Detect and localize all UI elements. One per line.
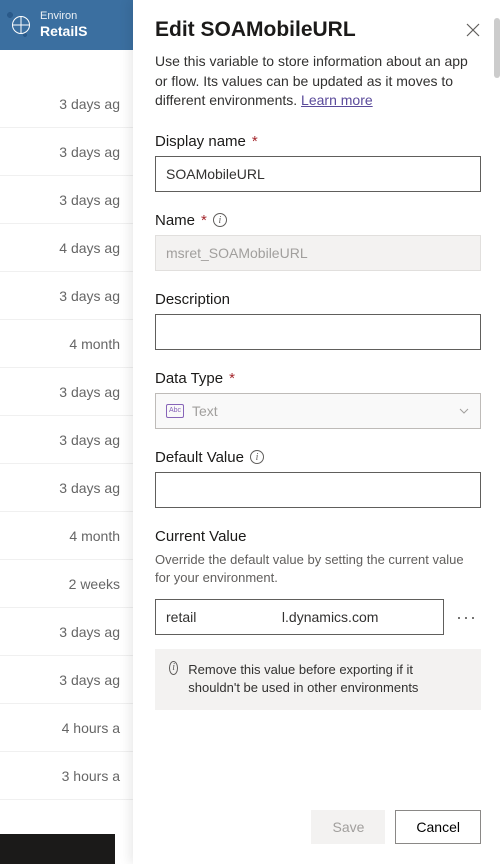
data-type-dropdown[interactable]: Abc Text [155, 393, 481, 429]
text-type-icon: Abc [166, 404, 184, 418]
name-input [155, 235, 481, 271]
list-item[interactable]: 3 days ag [0, 368, 140, 416]
dropdown-value: Text [192, 403, 218, 419]
display-name-field: Display name * [155, 133, 481, 192]
chevron-down-icon [458, 405, 470, 417]
required-asterisk: * [201, 212, 207, 229]
info-banner-text: Remove this value before exporting if it… [188, 661, 467, 697]
list-item[interactable]: 3 days ag [0, 656, 140, 704]
panel-title: Edit SOAMobileURL [155, 18, 356, 42]
label-text: Description [155, 291, 230, 308]
list-item[interactable]: 3 days ag [0, 464, 140, 512]
current-value-input[interactable] [155, 599, 444, 635]
label-text: Default Value [155, 449, 244, 466]
label-text: Current Value [155, 528, 246, 545]
default-value-field: Default Value i [155, 449, 481, 508]
list-item[interactable]: 3 days ag [0, 416, 140, 464]
current-value-desc: Override the default value by setting th… [155, 551, 481, 587]
description-field: Description [155, 291, 481, 350]
list-item[interactable]: 4 month [0, 320, 140, 368]
name-label: Name * i [155, 212, 481, 229]
panel-header: Edit SOAMobileURL [155, 18, 481, 42]
display-name-label: Display name * [155, 133, 481, 150]
bottom-corner-strip [0, 834, 115, 864]
globe-icon [12, 16, 30, 34]
close-icon[interactable] [465, 22, 481, 38]
default-value-input[interactable] [155, 472, 481, 508]
panel-footer: Save Cancel [155, 796, 481, 864]
info-icon[interactable]: i [250, 450, 264, 464]
list-item[interactable]: 3 days ag [0, 272, 140, 320]
panel-scrollbar[interactable] [494, 18, 500, 78]
default-value-label: Default Value i [155, 449, 481, 466]
save-button: Save [311, 810, 385, 844]
info-icon[interactable]: i [213, 213, 227, 227]
display-name-input[interactable] [155, 156, 481, 192]
description-label: Description [155, 291, 481, 308]
data-type-label: Data Type * [155, 370, 481, 387]
list-item[interactable]: 3 days ag [0, 80, 140, 128]
env-label: Environ [40, 10, 87, 23]
info-banner: i Remove this value before exporting if … [155, 649, 481, 709]
edit-panel: Edit SOAMobileURL Use this variable to s… [133, 0, 503, 864]
background-list: 3 days ag 3 days ag 3 days ag 4 days ag … [0, 50, 140, 864]
cancel-button[interactable]: Cancel [395, 810, 481, 844]
data-type-field: Data Type * Abc Text [155, 370, 481, 429]
list-item[interactable]: 3 hours a [0, 752, 140, 800]
name-field: Name * i [155, 212, 481, 271]
list-item[interactable]: 4 month [0, 512, 140, 560]
more-options-icon[interactable]: ··· [452, 607, 481, 628]
learn-more-link[interactable]: Learn more [301, 92, 373, 108]
required-asterisk: * [252, 133, 258, 150]
list-item[interactable]: 2 weeks [0, 560, 140, 608]
current-value-label: Current Value [155, 528, 481, 545]
label-text: Display name [155, 133, 246, 150]
list-item[interactable]: 4 days ag [0, 224, 140, 272]
env-text: Environ RetailS [40, 10, 87, 40]
description-input[interactable] [155, 314, 481, 350]
required-asterisk: * [229, 370, 235, 387]
env-name: RetailS [40, 23, 87, 40]
list-item[interactable]: 3 days ag [0, 608, 140, 656]
label-text: Data Type [155, 370, 223, 387]
list-item[interactable]: 4 hours a [0, 704, 140, 752]
info-icon: i [169, 661, 178, 675]
label-text: Name [155, 212, 195, 229]
list-item[interactable]: 3 days ag [0, 176, 140, 224]
panel-helper-text: Use this variable to store information a… [155, 52, 481, 111]
list-item[interactable]: 3 days ag [0, 128, 140, 176]
current-value-field: Current Value Override the default value… [155, 528, 481, 710]
